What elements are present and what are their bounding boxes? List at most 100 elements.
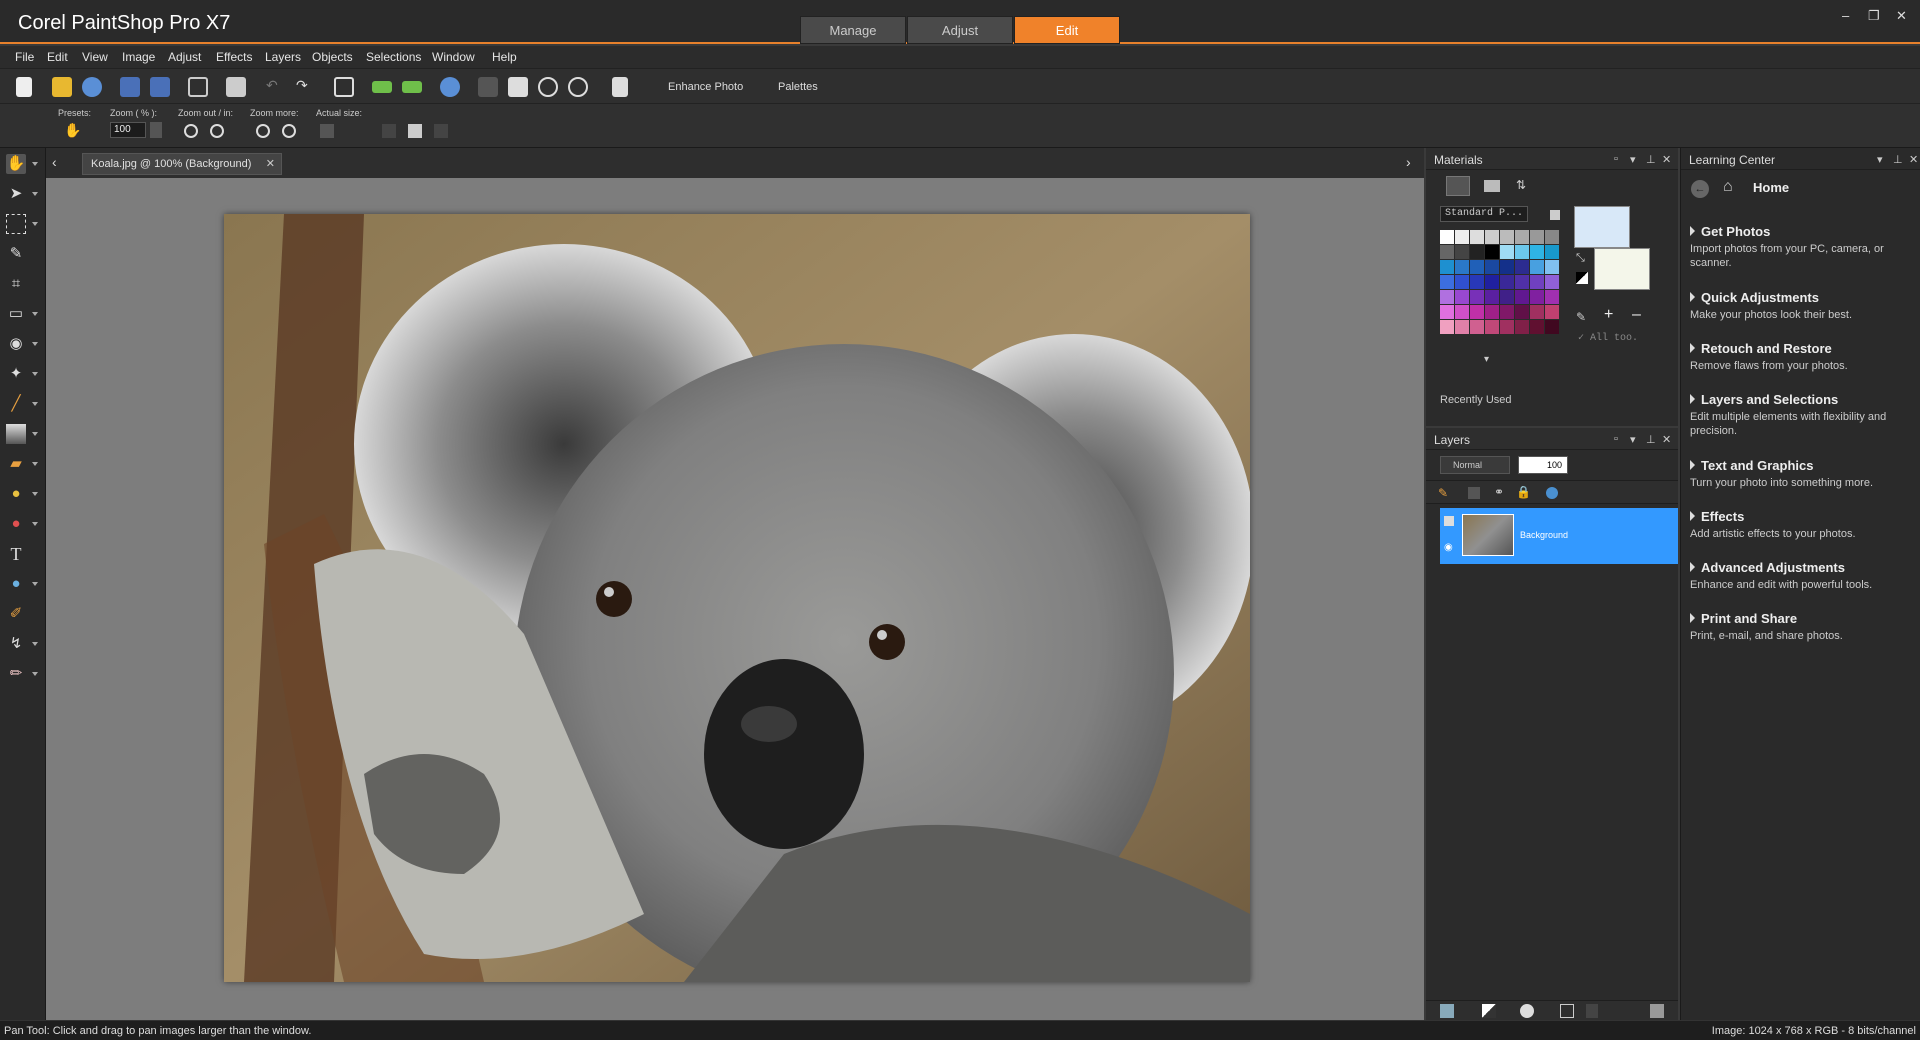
enhance-photo-menu[interactable]: Enhance Photo: [668, 81, 743, 93]
pin-icon[interactable]: ⊥: [1646, 433, 1656, 446]
color-swatch[interactable]: [1470, 260, 1484, 274]
picture-tube-tool-icon[interactable]: ✏: [6, 664, 26, 684]
actual-size-button[interactable]: [320, 124, 334, 138]
menu-file[interactable]: File: [15, 50, 34, 64]
lc-quick-adjustments[interactable]: Quick Adjustments Make your photos look t…: [1690, 290, 1900, 322]
fit-button[interactable]: [382, 124, 396, 138]
lc-retouch-restore[interactable]: Retouch and Restore Remove flaws from you…: [1690, 341, 1900, 373]
tab-manage[interactable]: Manage: [800, 16, 906, 44]
lc-layers-selections[interactable]: Layers and Selections Edit multiple eleme…: [1690, 392, 1900, 438]
color-swatch[interactable]: [1545, 305, 1559, 319]
panel-menu-icon[interactable]: ▾: [1877, 153, 1883, 166]
color-swatch[interactable]: [1455, 290, 1469, 304]
color-swatch[interactable]: [1545, 245, 1559, 259]
color-swatch[interactable]: [1515, 245, 1529, 259]
red-eye-tool-icon[interactable]: ◉: [6, 334, 26, 354]
color-swatch[interactable]: [1455, 230, 1469, 244]
gradient-tool-icon[interactable]: [6, 424, 26, 444]
dropper-icon[interactable]: ✎: [1576, 310, 1586, 324]
swap-colors-icon[interactable]: ⤡: [1576, 252, 1585, 265]
restore-button[interactable]: ❐: [1868, 8, 1880, 24]
save-icon[interactable]: [120, 77, 140, 97]
color-swatch[interactable]: [1485, 320, 1499, 334]
menu-adjust[interactable]: Adjust: [168, 50, 201, 64]
zoom-out-icon[interactable]: [538, 77, 558, 97]
menu-help[interactable]: Help: [492, 50, 517, 64]
panel-menu-icon[interactable]: ▾: [1630, 153, 1636, 166]
color-swatch[interactable]: [1455, 305, 1469, 319]
selection-tool-icon[interactable]: [6, 214, 26, 234]
print-icon[interactable]: [226, 77, 246, 97]
back-icon[interactable]: ←: [1691, 180, 1709, 198]
color-swatch[interactable]: [1515, 290, 1529, 304]
menu-image[interactable]: Image: [122, 50, 155, 64]
share-icon[interactable]: [188, 77, 208, 97]
paint-brush-tool-icon[interactable]: ╱: [6, 394, 26, 414]
color-swatch[interactable]: [1530, 230, 1544, 244]
rotate-right-icon[interactable]: [402, 81, 422, 93]
menu-effects[interactable]: Effects: [216, 50, 252, 64]
color-swatch[interactable]: [1515, 305, 1529, 319]
zoom-in-icon[interactable]: [568, 77, 588, 97]
color-swatch[interactable]: [1530, 260, 1544, 274]
lock-icon[interactable]: 🔒: [1516, 485, 1531, 499]
color-swatch[interactable]: [1500, 230, 1514, 244]
layer-row-background[interactable]: ◉ Background: [1440, 508, 1678, 564]
add-swatch-icon[interactable]: +: [1604, 306, 1613, 324]
color-swatch[interactable]: [1455, 260, 1469, 274]
lc-print-share[interactable]: Print and Share Print, e-mail, and share …: [1690, 611, 1900, 643]
undo-icon[interactable]: ↶: [266, 77, 286, 97]
redo-icon[interactable]: ↷: [296, 77, 316, 97]
close-panel-icon[interactable]: ✕: [1662, 153, 1671, 166]
background-color-swatch[interactable]: [1594, 248, 1650, 290]
layer-style-icon[interactable]: [1546, 487, 1558, 499]
zoom-spinner[interactable]: [150, 122, 162, 138]
color-swatch[interactable]: [1470, 275, 1484, 289]
remove-swatch-icon[interactable]: –: [1632, 306, 1641, 324]
panel-menu-icon[interactable]: ▾: [1630, 433, 1636, 446]
color-swatch[interactable]: [1440, 305, 1454, 319]
layer-properties-icon[interactable]: [1650, 1004, 1664, 1018]
color-swatch[interactable]: [1470, 245, 1484, 259]
hand-preset-icon[interactable]: ✋: [64, 122, 86, 142]
color-swatch[interactable]: [1545, 320, 1559, 334]
layer-brush-icon[interactable]: ✎: [1438, 486, 1448, 500]
rotate-left-icon[interactable]: [372, 81, 392, 93]
color-swatch[interactable]: [1485, 290, 1499, 304]
color-swatch[interactable]: [1515, 260, 1529, 274]
blend-mode-select[interactable]: Normal: [1440, 456, 1510, 474]
panel-options-icon[interactable]: ▫: [1614, 153, 1618, 165]
reset-colors-icon[interactable]: [1576, 272, 1588, 284]
color-swatch[interactable]: [1500, 305, 1514, 319]
resize-icon[interactable]: [334, 77, 354, 97]
color-swatch[interactable]: [1485, 245, 1499, 259]
color-swatch[interactable]: [1455, 245, 1469, 259]
color-swatch[interactable]: [1440, 290, 1454, 304]
color-changer-tool-icon[interactable]: ●: [6, 514, 26, 534]
document-tab[interactable]: Koala.jpg @ 100% (Background) ✕: [82, 153, 282, 175]
color-swatch[interactable]: [1500, 320, 1514, 334]
color-swatch[interactable]: [1485, 260, 1499, 274]
menu-edit[interactable]: Edit: [47, 50, 68, 64]
color-swatch[interactable]: [1440, 245, 1454, 259]
crop-tool-icon[interactable]: ⌗: [6, 274, 26, 294]
text-tool-icon[interactable]: T: [6, 544, 26, 564]
fit-image-button[interactable]: [434, 124, 448, 138]
lc-effects[interactable]: Effects Add artistic effects to your phot…: [1690, 509, 1900, 541]
swatch-scroll-icon[interactable]: ▾: [1484, 354, 1489, 365]
swatch-set-select[interactable]: Standard P...: [1440, 206, 1528, 222]
panel-options-icon[interactable]: ▫: [1614, 433, 1618, 445]
color-swatch[interactable]: [1545, 290, 1559, 304]
info-icon[interactable]: [440, 77, 460, 97]
fill-tool-icon[interactable]: ●: [6, 484, 26, 504]
tab-edit[interactable]: Edit: [1014, 16, 1120, 44]
shape-tool-icon[interactable]: ●: [6, 574, 26, 594]
delete-layer-icon[interactable]: [1586, 1004, 1598, 1018]
color-swatch[interactable]: [1485, 305, 1499, 319]
scan-icon[interactable]: [82, 77, 102, 97]
chevron-right-icon[interactable]: ›: [1406, 154, 1411, 170]
color-swatch[interactable]: [1515, 275, 1529, 289]
merge-icon[interactable]: [1560, 1004, 1574, 1018]
menu-window[interactable]: Window: [432, 50, 475, 64]
color-swatch[interactable]: [1440, 260, 1454, 274]
